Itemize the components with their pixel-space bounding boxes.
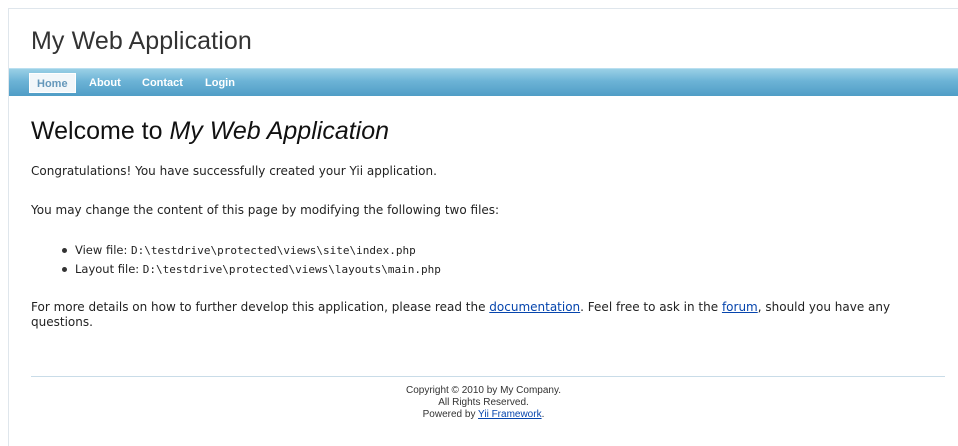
menu-item-home[interactable]: Home	[29, 73, 76, 93]
more-details-text: For more details on how to further devel…	[31, 300, 921, 330]
list-item: View file: D:\testdrive\protected\views\…	[31, 241, 441, 260]
documentation-link[interactable]: documentation	[489, 300, 580, 314]
page-container: My Web Application Home About Contact Lo…	[8, 8, 958, 446]
change-intro-text: You may change the content of this page …	[31, 203, 500, 217]
file-path: D:\testdrive\protected\views\site\index.…	[131, 244, 416, 257]
menu-item-login[interactable]: Login	[198, 73, 242, 93]
page-title-app-name: My Web Application	[169, 117, 390, 145]
file-list: View file: D:\testdrive\protected\views\…	[31, 241, 441, 279]
footer-rights: All Rights Reserved.	[438, 397, 529, 408]
more-details-part-2: . Feel free to ask in the	[580, 300, 722, 314]
site-logo: My Web Application	[31, 27, 252, 55]
menu-item-about[interactable]: About	[82, 73, 128, 93]
file-label: View file:	[75, 243, 131, 257]
menu-item-contact[interactable]: Contact	[135, 73, 190, 93]
file-path: D:\testdrive\protected\views\layouts\mai…	[142, 263, 441, 276]
footer-powered-prefix: Powered by	[422, 409, 479, 420]
list-item: Layout file: D:\testdrive\protected\view…	[31, 260, 441, 279]
page-title-prefix: Welcome to	[31, 117, 170, 145]
bullet-icon	[62, 267, 67, 272]
footer-powered-by: Powered by Yii Framework.	[9, 409, 958, 421]
more-details-part-1: For more details on how to further devel…	[31, 300, 490, 314]
footer-copyright: Copyright © 2010 by My Company.	[405, 385, 562, 396]
forum-link[interactable]: forum	[722, 300, 758, 314]
footer-divider	[31, 376, 945, 377]
header: My Web Application	[9, 9, 958, 68]
file-label: Layout file:	[75, 262, 143, 276]
main-menu: Home About Contact Login	[9, 68, 958, 96]
footer-powered-suffix: .	[541, 409, 545, 420]
footer: Copyright © 2010 by My Company. All Righ…	[9, 385, 958, 421]
bullet-icon	[62, 248, 67, 253]
congrats-text: Congratulations! You have successfully c…	[31, 164, 437, 178]
yii-framework-link[interactable]: Yii Framework	[478, 409, 542, 420]
page-title: Welcome to My Web Application	[31, 117, 389, 146]
